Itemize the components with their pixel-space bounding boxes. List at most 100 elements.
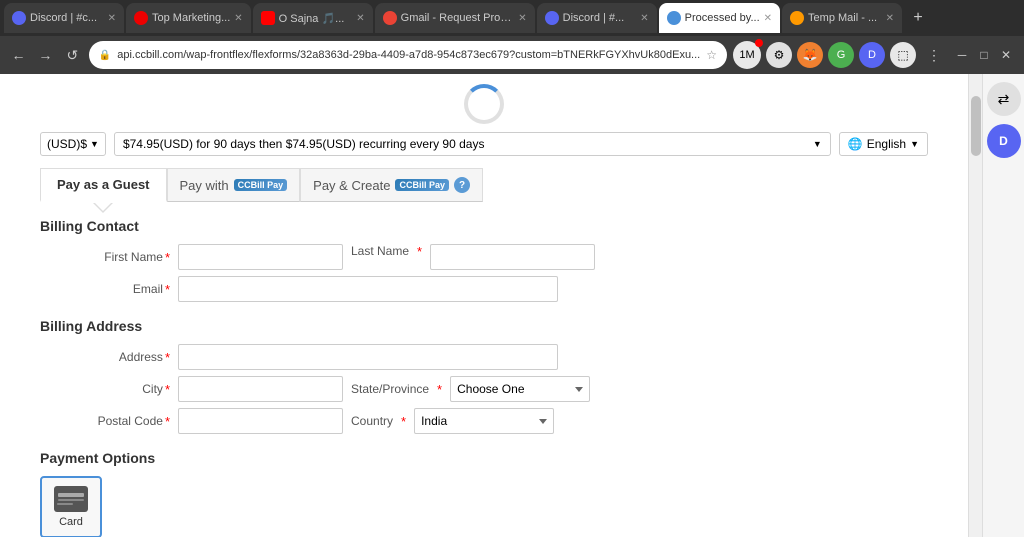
tab-close-7[interactable]: ✕ (886, 13, 894, 24)
payment-options-title: Payment Options (40, 450, 928, 466)
plan-text: $74.95(USD) for 90 days then $74.95(USD)… (123, 137, 485, 151)
first-name-label: First Name (104, 250, 163, 264)
help-icon[interactable]: ? (454, 177, 470, 193)
tab-youtube[interactable]: O Sajna 🎵... ✕ (253, 3, 373, 33)
discord2-favicon (545, 11, 559, 25)
tab-title: Discord | #... (563, 12, 625, 24)
billing-address-title: Billing Address (40, 318, 928, 334)
tab-discord-1[interactable]: Discord | #c... ✕ (4, 3, 124, 33)
ccbill-logo-text: CCBill Pay (238, 180, 284, 190)
address-label: Address (119, 350, 163, 364)
card-option-btn[interactable]: Card (40, 476, 102, 537)
tab-close-1[interactable]: ✕ (108, 13, 116, 24)
tab-discord-2[interactable]: Discord | #... ✕ (537, 3, 657, 33)
back-button[interactable]: ← (8, 42, 29, 68)
postal-input[interactable] (178, 408, 343, 434)
addon-icon[interactable]: G (828, 42, 854, 68)
address-required: * (165, 350, 170, 365)
maximize-btn[interactable]: □ (974, 45, 994, 65)
close-btn[interactable]: ✕ (996, 45, 1016, 65)
name-fields-row: Last Name * (178, 244, 720, 270)
ccbill-favicon (667, 11, 681, 25)
translate-btn[interactable]: ⇄ (987, 82, 1021, 116)
card-graphic (54, 486, 88, 512)
tab-title: Gmail - Request Prom... (401, 12, 515, 24)
pay-with-tab[interactable]: Pay with CCBill Pay (167, 168, 301, 202)
state-label: State/Province (351, 382, 429, 396)
country-required: * (401, 414, 406, 429)
last-name-input[interactable] (430, 244, 595, 270)
postal-required: * (165, 414, 170, 429)
address-label-wrapper: Address * (40, 350, 170, 365)
pay-create-label: Pay & Create (313, 178, 390, 193)
email-label: Email (133, 282, 163, 296)
card-label: Card (59, 516, 83, 528)
pay-guest-tab[interactable]: Pay as a Guest (40, 168, 167, 202)
pay-guest-label: Pay as a Guest (57, 177, 150, 192)
menu-btn[interactable]: ⋮ (921, 42, 947, 68)
tab-close-3[interactable]: ✕ (356, 13, 364, 24)
city-input[interactable] (178, 376, 343, 402)
postal-country-row: Country * India (178, 408, 720, 434)
payment-options-section: Payment Options Card Credit Card Number … (40, 450, 928, 537)
reload-button[interactable]: ↺ (62, 42, 83, 68)
extensions-btn[interactable]: ⚙ (766, 42, 792, 68)
payment-tabs: Pay as a Guest Pay with CCBill Pay Pay &… (40, 168, 928, 202)
gmail-favicon (383, 11, 397, 25)
forward-button[interactable]: → (35, 42, 56, 68)
discord-sidebar-btn[interactable]: D (987, 124, 1021, 158)
card-strip (58, 493, 84, 497)
notification-badge (755, 39, 763, 47)
tab-tempmail[interactable]: Temp Mail - ... ✕ (782, 3, 902, 33)
email-label-wrapper: Email * (40, 282, 170, 297)
tab-topmarketing[interactable]: Top Marketing... ✕ (126, 3, 251, 33)
page-scrollbar[interactable] (968, 74, 982, 537)
last-name-required: * (417, 244, 422, 270)
billing-contact-form: First Name * Last Name * Email * (40, 244, 720, 302)
ccbillpay-logo-create: CCBill Pay (395, 179, 449, 191)
profile-btn[interactable]: 1M (733, 41, 761, 69)
plan-description[interactable]: $74.95(USD) for 90 days then $74.95(USD)… (114, 132, 831, 156)
currency-select[interactable]: (USD)$ ▼ (40, 132, 106, 156)
ccbillpay-logo-with: CCBill Pay (234, 179, 288, 191)
discord-icon[interactable]: D (859, 42, 885, 68)
tab-gmail[interactable]: Gmail - Request Prom... ✕ (375, 3, 535, 33)
topmarketing-favicon (134, 11, 148, 25)
plan-chevron-icon: ▼ (813, 139, 822, 149)
address-bar[interactable]: 🔒 api.ccbill.com/wap-frontflex/flexforms… (89, 41, 727, 69)
new-tab-button[interactable]: + (904, 4, 932, 32)
billing-contact-section: Billing Contact First Name * Last Name *… (40, 218, 928, 302)
discord-favicon (12, 11, 26, 25)
email-input[interactable] (178, 276, 558, 302)
currency-chevron-icon: ▼ (90, 139, 99, 149)
city-label: City (142, 382, 163, 396)
account-icon[interactable]: 🦊 (797, 42, 823, 68)
card-line2 (57, 503, 73, 505)
tempmail-favicon (790, 11, 804, 25)
first-name-input[interactable] (178, 244, 343, 270)
state-select[interactable]: Choose One (450, 376, 590, 402)
tab-ccbill[interactable]: Processed by... ✕ (659, 3, 780, 33)
loading-spinner (40, 84, 928, 124)
url-text: api.ccbill.com/wap-frontflex/flexforms/3… (117, 49, 700, 61)
language-select[interactable]: 🌐 English ▼ (839, 132, 928, 156)
city-state-row: State/Province * Choose One (178, 376, 720, 402)
minimize-btn[interactable]: ─ (952, 45, 972, 65)
extensions-panel-btn[interactable]: ⬚ (890, 42, 916, 68)
nav-bar: ← → ↺ 🔒 api.ccbill.com/wap-frontflex/fle… (0, 36, 1024, 74)
tab-close-5[interactable]: ✕ (640, 13, 648, 24)
country-select[interactable]: India (414, 408, 554, 434)
address-input[interactable] (178, 344, 558, 370)
tab-close-2[interactable]: ✕ (234, 13, 242, 24)
page-content: (USD)$ ▼ $74.95(USD) for 90 days then $7… (0, 74, 1024, 537)
nav-actions: 1M ⚙ 🦊 G D ⬚ ⋮ ─ □ ✕ (733, 41, 1016, 69)
billing-address-section: Billing Address Address * City * State/P… (40, 318, 928, 434)
bookmark-icon[interactable]: ☆ (706, 48, 717, 62)
tab-title: Discord | #c... (30, 12, 97, 24)
pay-create-tab[interactable]: Pay & Create CCBill Pay ? (300, 168, 483, 202)
tab-close-6[interactable]: ✕ (764, 13, 772, 24)
scrollbar-thumb[interactable] (971, 96, 981, 156)
tab-arrow-fill (94, 202, 112, 211)
tab-close-4[interactable]: ✕ (518, 13, 526, 24)
postal-label: Postal Code (98, 414, 163, 428)
